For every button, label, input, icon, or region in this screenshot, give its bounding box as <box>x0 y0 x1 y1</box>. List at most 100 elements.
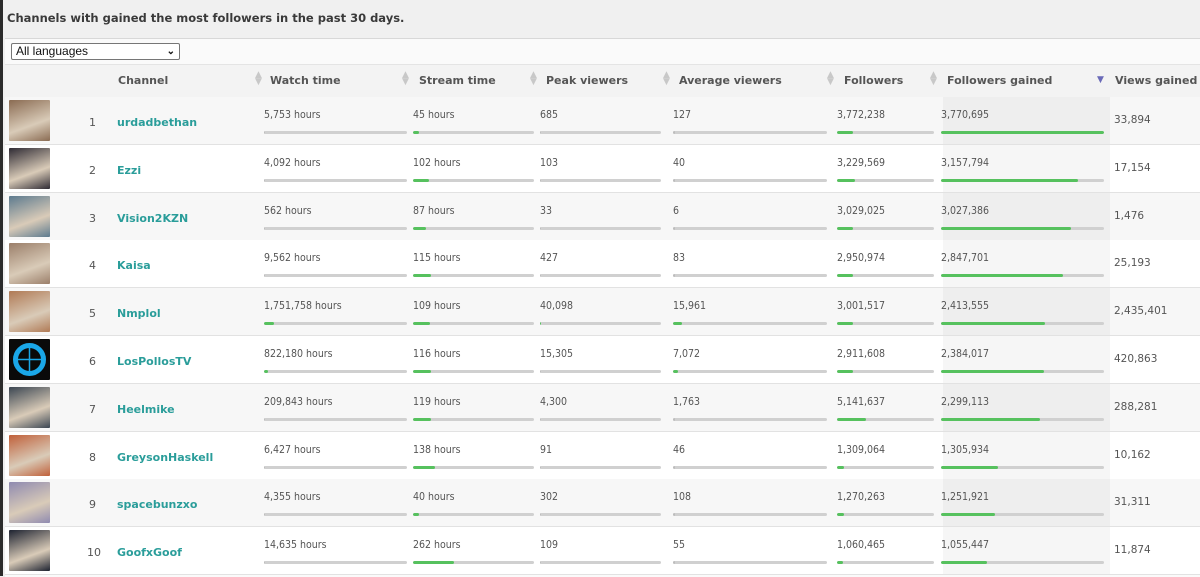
average-viewers-bar-fill <box>673 370 678 373</box>
views-gained-value: 33,894 <box>1114 114 1151 126</box>
table-row: 7 Heelmike 209,843 hours 119 hours 4,300 1,76… <box>5 383 1200 432</box>
column-header-channel[interactable]: Channel <box>118 74 168 87</box>
watch-time-bar <box>264 178 407 182</box>
average-viewers-value: 83 <box>673 252 686 265</box>
sort-icon[interactable]: ▲ ▼ <box>255 71 262 87</box>
column-header-followers-gained[interactable]: Followers gained <box>947 74 1052 87</box>
followers-gained-value: 3,027,386 <box>941 204 990 217</box>
peak-viewers-bar <box>540 465 661 469</box>
page-title: Channels with gained the most followers … <box>7 11 405 25</box>
followers-bar-fill <box>837 131 854 134</box>
average-viewers-bar <box>673 322 827 326</box>
average-viewers-bar <box>673 226 827 230</box>
avatar[interactable] <box>9 386 50 428</box>
views-gained-value: 288,281 <box>1114 400 1158 413</box>
watch-time-bar-fill <box>264 513 266 517</box>
followers-bar-fill <box>837 465 844 469</box>
average-viewers-value: 127 <box>673 109 692 121</box>
table-row: 4 Kaisa 9,562 hours 115 hours 427 83 2,950,974… <box>5 240 1200 289</box>
channel-link[interactable]: spacebunzxo <box>117 498 197 511</box>
followers-bar-fill <box>837 178 856 182</box>
channel-link[interactable]: urdadbethan <box>117 116 197 129</box>
followers-value: 3,001,517 <box>837 300 886 313</box>
average-viewers-bar-fill <box>673 465 675 469</box>
views-gained-value: 25,193 <box>1114 257 1151 270</box>
channel-link[interactable]: Kaisa <box>117 259 151 272</box>
avatar[interactable] <box>9 530 50 572</box>
average-viewers-bar <box>673 178 827 182</box>
watch-time-bar <box>264 322 407 326</box>
followers-bar-fill <box>837 513 844 517</box>
avatar[interactable] <box>9 339 50 380</box>
sort-icon[interactable]: ▲ ▼ <box>827 71 834 87</box>
stream-time-bar <box>413 274 534 278</box>
followers-gained-bar-fill <box>941 561 987 565</box>
sort-desc-icon[interactable]: ▼ <box>1097 76 1104 85</box>
peak-viewers-bar <box>540 226 661 230</box>
followers-bar <box>837 226 934 230</box>
language-select[interactable]: All languages ⌄ <box>11 43 180 60</box>
channel-link[interactable]: Heelmike <box>117 403 175 416</box>
stream-time-bar-fill <box>413 274 432 278</box>
watch-time-value: 562 hours <box>264 204 312 217</box>
avatar[interactable] <box>9 195 50 237</box>
followers-gained-value: 1,251,921 <box>941 491 990 504</box>
stream-time-value: 115 hours <box>413 252 461 265</box>
sort-icon[interactable]: ▲ ▼ <box>930 71 937 87</box>
views-gained-value: 1,476 <box>1114 209 1145 222</box>
table-row: 6 LosPollosTV 822,180 hours 116 hours 15,305… <box>5 336 1200 384</box>
watch-time-bar <box>264 131 407 134</box>
rank: 6 <box>89 355 96 368</box>
followers-gained-bar-fill <box>941 465 999 469</box>
stream-time-bar-fill <box>413 370 432 373</box>
average-viewers-bar <box>673 131 827 134</box>
watch-time-bar-fill <box>264 465 266 469</box>
sort-icon[interactable]: ▲ ▼ <box>663 71 670 87</box>
channel-link[interactable]: GoofxGoof <box>117 546 182 559</box>
avatar[interactable] <box>9 434 50 476</box>
column-header-followers[interactable]: Followers <box>844 74 903 87</box>
channel-link[interactable]: Ezzi <box>117 164 141 177</box>
sort-icon[interactable]: ▲ ▼ <box>402 71 409 87</box>
peak-viewers-bar-fill <box>540 417 542 421</box>
followers-gained-bar <box>941 322 1104 326</box>
avatar[interactable] <box>9 243 50 285</box>
channel-link[interactable]: GreysonHaskell <box>117 451 213 464</box>
followers-bar <box>837 513 934 517</box>
avatar[interactable] <box>9 482 50 524</box>
followers-gained-value: 1,055,447 <box>941 539 990 552</box>
sort-icon[interactable]: ▲ ▼ <box>530 71 537 87</box>
avatar[interactable] <box>9 291 50 333</box>
column-header-views-gained[interactable]: Views gained <box>1115 74 1197 87</box>
average-viewers-bar-fill <box>673 513 675 517</box>
avatar[interactable] <box>9 100 50 141</box>
average-viewers-bar-fill <box>673 561 675 565</box>
rank: 10 <box>87 546 101 560</box>
followers-bar-fill <box>837 561 843 565</box>
followers-gained-bar-fill <box>941 513 995 517</box>
column-header-watch-time[interactable]: Watch time <box>270 74 341 87</box>
table-row: 5 Nmplol 1,751,758 hours 109 hours 40,098 15,… <box>5 288 1200 337</box>
watch-time-value: 209,843 hours <box>264 395 333 408</box>
followers-bar-fill <box>837 417 867 421</box>
followers-gained-bar-fill <box>941 226 1072 230</box>
peak-viewers-bar-fill <box>540 274 542 278</box>
avatar[interactable] <box>9 147 50 189</box>
watch-time-bar <box>264 513 407 517</box>
followers-bar <box>837 131 934 134</box>
stream-time-value: 109 hours <box>413 300 461 313</box>
table-row: 2 Ezzi 4,092 hours 102 hours 103 40 3,229,569 3… <box>5 144 1200 193</box>
channel-link[interactable]: LosPollosTV <box>117 355 191 368</box>
followers-value: 3,229,569 <box>837 156 886 169</box>
channel-link[interactable]: Nmplol <box>117 307 161 320</box>
column-header-average-viewers[interactable]: Average viewers <box>679 74 782 87</box>
peak-viewers-value: 685 <box>540 109 559 121</box>
watch-time-bar <box>264 370 407 373</box>
channel-link[interactable]: Vision2KZN <box>117 212 188 225</box>
watch-time-bar <box>264 561 407 565</box>
followers-gained-value: 3,770,695 <box>941 109 990 121</box>
watch-time-bar-fill <box>264 561 266 565</box>
column-header-stream-time[interactable]: Stream time <box>419 74 496 87</box>
column-header-peak-viewers[interactable]: Peak viewers <box>546 74 628 87</box>
watch-time-value: 14,635 hours <box>264 539 327 552</box>
